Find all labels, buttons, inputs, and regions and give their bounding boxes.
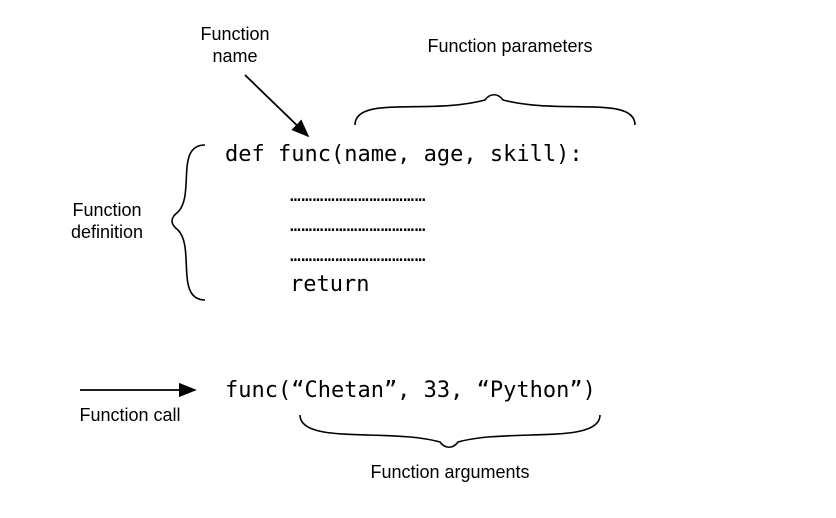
label-function-call-text: Function call — [79, 405, 180, 425]
code-body-3: ……………………………… — [290, 245, 426, 266]
label-function-parameters-text: Function parameters — [427, 36, 592, 56]
code-return: return — [290, 272, 369, 297]
brace-arguments — [300, 415, 600, 447]
label-function-arguments: Function arguments — [340, 462, 560, 484]
arrow-function-name — [245, 75, 308, 136]
label-function-definition-text: Functiondefinition — [71, 200, 143, 242]
code-body-1: ……………………………… — [290, 185, 426, 206]
label-function-parameters: Function parameters — [380, 36, 640, 58]
label-function-definition: Functiondefinition — [52, 200, 162, 243]
brace-parameters — [355, 95, 635, 125]
label-function-name-text: Functionname — [200, 24, 269, 66]
label-function-name: Functionname — [180, 24, 290, 67]
brace-definition — [172, 145, 205, 300]
code-def-line: def func(name, age, skill): — [225, 142, 583, 167]
label-function-arguments-text: Function arguments — [370, 462, 529, 482]
code-call-line: func(“Chetan”, 33, “Python”) — [225, 378, 596, 403]
code-body-2: ……………………………… — [290, 215, 426, 236]
label-function-call: Function call — [70, 405, 190, 427]
